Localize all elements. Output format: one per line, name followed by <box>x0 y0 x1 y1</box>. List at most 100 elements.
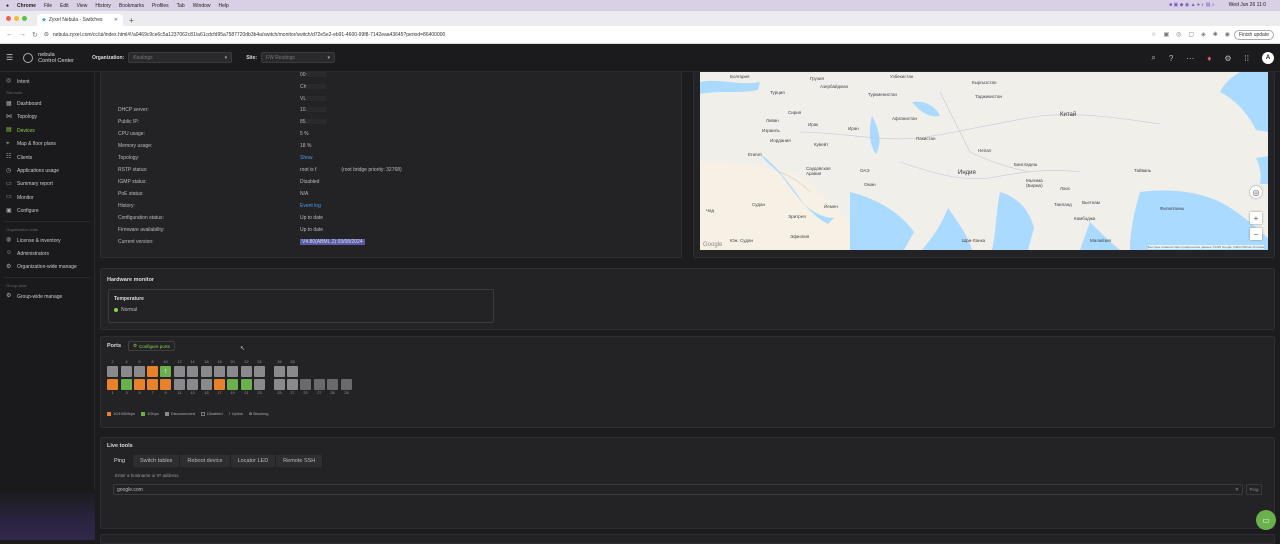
settings-gear-icon[interactable]: ⚙ <box>1224 54 1231 63</box>
switch-port[interactable] <box>187 379 198 390</box>
configure-ports-button[interactable]: ⚙ Configure ports <box>128 341 175 351</box>
sidebar-item-group-wide-manage[interactable]: ⚙ Group-wide manage <box>0 290 94 303</box>
switch-port[interactable] <box>187 366 198 377</box>
hamburger-menu-icon[interactable]: ☰ <box>6 53 13 62</box>
sidebar-item-summary-report[interactable]: ▭ Summary report <box>0 178 94 191</box>
profile-icon[interactable]: ◉ <box>1225 31 1230 38</box>
menu-window[interactable]: Window <box>193 3 211 9</box>
tab-reboot-device[interactable]: Reboot device <box>180 455 231 467</box>
switch-port[interactable] <box>107 366 118 377</box>
switch-port[interactable] <box>134 366 145 377</box>
switch-port[interactable] <box>201 379 212 390</box>
switch-port[interactable] <box>121 366 132 377</box>
minimize-window-icon[interactable] <box>14 16 19 21</box>
menu-bookmarks[interactable]: Bookmarks <box>119 3 144 9</box>
switch-port[interactable] <box>341 379 352 390</box>
switch-port[interactable] <box>227 379 238 390</box>
switch-port[interactable] <box>134 379 145 390</box>
url-field[interactable]: nebula.zyxel.com/cc/ui/index.html#!/a046… <box>53 32 445 38</box>
extension-icon[interactable]: ▢ <box>1188 31 1194 38</box>
tab-ping[interactable]: Ping <box>107 455 134 467</box>
switch-port[interactable] <box>287 366 298 377</box>
switch-port[interactable] <box>174 379 185 390</box>
site-info-icon[interactable]: ⊜ <box>44 31 49 38</box>
support-chat-button[interactable]: ▭ <box>1256 510 1276 530</box>
sidebar-item-monitor[interactable]: ▭ Monitor <box>0 191 94 204</box>
menu-file[interactable]: File <box>44 3 52 9</box>
sidebar-item-administrators[interactable]: ☺ Administrators <box>0 247 94 260</box>
hostname-input[interactable]: google.com ✕ <box>113 484 1243 495</box>
switch-port[interactable]: ↑ <box>160 366 171 377</box>
switch-port[interactable] <box>241 366 252 377</box>
switch-port[interactable] <box>147 366 158 377</box>
tab-remote-ssh[interactable]: Remote SSH <box>276 455 324 467</box>
menu-chrome[interactable]: Chrome <box>17 3 36 9</box>
switch-port[interactable] <box>160 379 171 390</box>
ping-button[interactable]: Ping <box>1246 484 1262 495</box>
clear-input-icon[interactable]: ✕ <box>1235 487 1239 493</box>
new-tab-button[interactable]: + <box>129 16 134 25</box>
menu-tab[interactable]: Tab <box>177 3 185 9</box>
maximize-window-icon[interactable] <box>22 16 27 21</box>
reload-icon[interactable]: ↻ <box>32 31 38 39</box>
menu-history[interactable]: History <box>95 3 111 9</box>
sidebar-item-configure[interactable]: ▣ Configure <box>0 205 94 218</box>
zoom-in-button[interactable]: + <box>1250 212 1262 224</box>
close-tab-icon[interactable]: ✕ <box>114 17 118 23</box>
location-map[interactable]: Болгария Грузия Туркменистан Узбекистан … <box>700 72 1268 250</box>
switch-port[interactable] <box>174 366 185 377</box>
switch-port[interactable] <box>227 366 238 377</box>
switch-port[interactable] <box>300 379 311 390</box>
back-icon[interactable]: ← <box>6 31 13 38</box>
avatar[interactable]: A <box>1262 52 1274 64</box>
menu-help[interactable]: Help <box>219 3 229 9</box>
extension-icon[interactable]: ◎ <box>1176 31 1181 38</box>
puzzle-icon[interactable]: ✱ <box>1213 31 1218 38</box>
sidebar-item-applications-usage[interactable]: ◷ Applications usage <box>0 164 94 177</box>
sidebar-item-license-inventory[interactable]: ◍ License & inventory <box>0 234 94 247</box>
menu-profiles[interactable]: Profiles <box>152 3 169 9</box>
switch-port[interactable] <box>147 379 158 390</box>
switch-port[interactable] <box>274 379 285 390</box>
sidebar-item-map-floor-plans[interactable]: ⌖ Map & floor plans <box>0 138 94 151</box>
site-select[interactable]: FW Routings ▾ <box>261 52 336 63</box>
zoom-out-button[interactable]: − <box>1250 228 1262 240</box>
switch-port[interactable] <box>241 379 252 390</box>
browser-tab[interactable]: ◆ Zyxel Nebula - Switches ✕ <box>37 14 123 26</box>
switch-port[interactable] <box>201 366 212 377</box>
sidebar-item-organization-wide-manage[interactable]: ⚙ Organization-wide manage <box>0 261 94 274</box>
switch-port[interactable] <box>327 379 338 390</box>
event-log-link[interactable]: Event log <box>300 203 321 209</box>
sidebar-item-intent[interactable]: ◎ Intent <box>0 75 94 88</box>
close-window-icon[interactable] <box>6 16 11 21</box>
switch-port[interactable] <box>314 379 325 390</box>
switch-port[interactable] <box>121 379 132 390</box>
organization-select[interactable]: Keatings ▾ <box>128 52 233 63</box>
search-icon[interactable]: ⌕ <box>1151 53 1155 63</box>
sidebar-item-topology[interactable]: ⋈ Topology <box>0 111 94 124</box>
menu-edit[interactable]: Edit <box>60 3 69 9</box>
extension-icon[interactable]: ◈ <box>1201 31 1206 38</box>
switch-port[interactable] <box>254 379 265 390</box>
chat-bubble-icon[interactable]: ⋯ <box>1186 54 1194 63</box>
switch-port[interactable] <box>214 366 225 377</box>
switch-port[interactable] <box>254 366 265 377</box>
nebula-logo[interactable]: nebula Control Center <box>23 52 74 64</box>
switch-port[interactable] <box>107 379 118 390</box>
switch-port[interactable] <box>287 379 298 390</box>
help-icon[interactable]: ? <box>1169 54 1173 63</box>
sidebar-item-dashboard[interactable]: ▦ Dashboard <box>0 97 94 110</box>
sidebar-item-devices[interactable]: ▤ Devices <box>0 124 94 137</box>
switch-port[interactable] <box>214 379 225 390</box>
bookmark-star-icon[interactable]: ☆ <box>1151 31 1156 38</box>
switch-port[interactable] <box>274 366 285 377</box>
apple-icon[interactable]: ● <box>6 3 9 9</box>
forward-icon[interactable]: → <box>19 31 26 38</box>
menu-view[interactable]: View <box>77 3 88 9</box>
notification-bell-icon[interactable]: ♦ <box>1207 54 1211 63</box>
apps-grid-icon[interactable]: ⁞⁞ <box>1245 54 1249 63</box>
my-location-button[interactable]: ◎ <box>1250 186 1262 198</box>
tab-switch-tables[interactable]: Switch tables <box>133 455 181 467</box>
topology-show-link[interactable]: Show <box>300 155 313 161</box>
sidebar-item-clients[interactable]: ☷ Clients <box>0 151 94 164</box>
